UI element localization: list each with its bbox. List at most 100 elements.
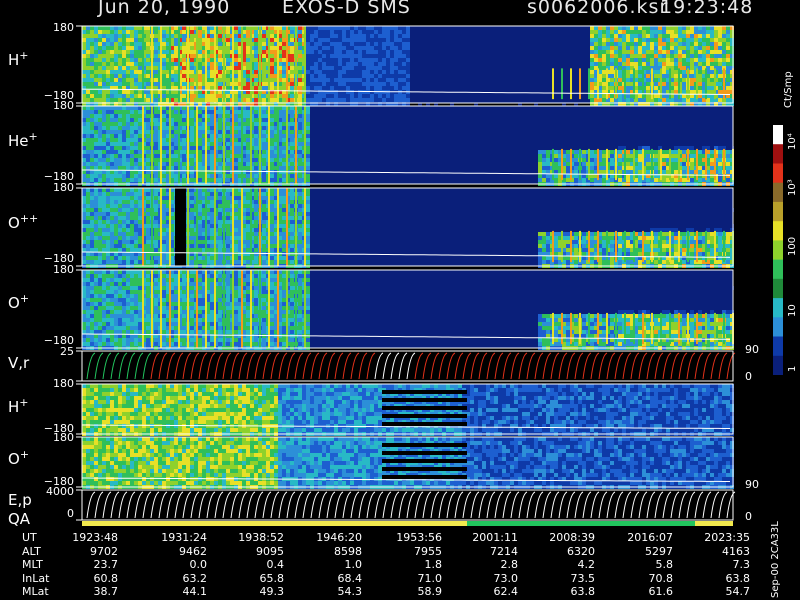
spectrogram-cell [574,130,578,134]
spectrogram-cell [138,154,142,158]
spectrogram-cell [622,38,626,42]
spectrogram-cell [290,62,294,66]
spectrogram-cell [190,162,194,166]
spectrogram-cell [174,94,178,98]
spectrogram-cell [662,86,666,90]
spectrogram-cell [306,174,310,178]
spectrogram-cell [254,158,258,162]
spectrogram-cell [290,30,294,34]
spectrogram-cell [566,166,570,170]
spectrogram-cell [686,34,690,38]
spectrogram-cell [254,150,258,154]
spectrogram-cell [638,146,642,150]
spectrogram-cell [154,106,158,110]
spectrogram-cell [190,174,194,178]
spectrogram-cell [682,54,686,58]
spectrogram-cell [134,212,138,216]
spectrogram-cell [546,166,550,170]
spectrogram-cell [618,170,622,174]
spectrogram-cell [338,58,342,62]
spectrogram-cell [562,30,566,34]
spectrogram-cell [602,158,606,162]
spectrogram-cell [102,188,106,192]
spectrogram-cell [218,122,222,126]
spectrogram-cell [270,118,274,122]
spectrogram-cell [110,178,114,182]
spectrogram-cell [646,94,650,98]
spectrogram-cell [338,94,342,98]
spectrogram-cell [218,74,222,78]
spectrogram-cell [102,26,106,30]
spectrogram-cell [86,208,90,212]
spectrogram-cell [138,46,142,50]
spectrogram-cell [174,34,178,38]
spectrogram-cell [306,138,310,142]
spectrogram-cell [102,232,106,236]
spectrogram-cell [710,166,714,170]
spectrogram-cell [714,38,718,42]
spectrogram-cell [486,46,490,50]
spectrogram-cell [610,118,614,122]
spectrogram-cell [174,106,178,110]
spectrogram-cell [382,38,386,42]
spectrogram-cell [474,58,478,62]
spectrogram-cell [94,188,98,192]
spectrogram-cell [190,158,194,162]
spectrogram-cell [638,130,642,134]
spectrogram-cell [122,30,126,34]
spectrogram-cell [190,94,194,98]
spectrogram-cell [106,240,110,244]
spectrogram-cell [322,98,326,102]
spectrogram-cell [622,46,626,50]
spectrogram-cell [582,162,586,166]
spectrogram-cell [682,178,686,182]
spectrogram-cell [298,146,302,150]
spectrogram-cell [350,66,354,70]
spectrogram-cell [106,178,110,182]
spectrogram-cell [146,232,150,236]
spectrogram-cell [706,38,710,42]
spectrogram-cell [406,34,410,38]
spectrogram-cell [526,78,530,82]
spectrogram-cell [254,50,258,54]
spectrogram-cell [634,62,638,66]
spectrogram-cell [382,70,386,74]
spectrogram-cell [138,122,142,126]
spectrogram-cell [118,70,122,74]
spectrogram-streak [196,26,198,103]
spectrogram-cell [726,62,730,66]
spectrogram-cell [386,50,390,54]
spectrogram-cell [654,86,658,90]
spectrogram-cell [290,126,294,130]
spectrogram-cell [86,162,90,166]
spectrogram-cell [134,236,138,240]
spectrogram-cell [218,66,222,70]
spectrogram-cell [82,150,86,154]
spectrogram-cell [566,170,570,174]
spectrogram-cell [86,114,90,118]
spectrogram-cell [246,170,250,174]
spectrogram-cell [126,220,130,224]
spectrogram-cell [354,70,358,74]
spectrogram-cell [102,110,106,114]
spectrogram-cell [406,50,410,54]
spectrogram-cell [138,204,142,208]
spectrogram-cell [710,122,714,126]
spectrogram-cell [438,54,442,58]
spectrogram-cell [706,50,710,54]
spectrogram-cell [198,134,202,138]
spectrogram-cell [362,54,366,58]
spectrogram-cell [618,82,622,86]
spectrogram-cell [298,58,302,62]
spectrogram-cell [330,62,334,66]
spectrogram-cell [554,150,558,154]
spectrogram-cell [390,42,394,46]
spectrogram-cell [338,46,342,50]
spectrogram-cell [674,66,678,70]
spectrogram-streak [642,68,644,100]
spectrogram-cell [686,38,690,42]
spectrogram-cell [290,66,294,70]
spectrogram-cell [290,114,294,118]
spectrogram-cell [290,110,294,114]
spectrogram-cell [346,70,350,74]
